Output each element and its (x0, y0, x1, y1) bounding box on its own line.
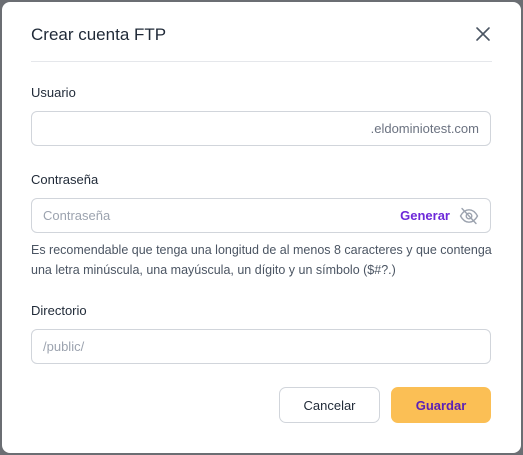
create-ftp-account-dialog: Crear cuenta FTP Usuario .eldominiotest.… (2, 2, 521, 453)
eye-off-icon[interactable] (459, 207, 479, 225)
password-label: Contraseña (31, 172, 99, 187)
dialog-title: Crear cuenta FTP (31, 25, 167, 44)
cancel-button[interactable]: Cancelar (279, 387, 380, 423)
close-icon[interactable] (474, 25, 492, 43)
password-input[interactable] (43, 199, 373, 232)
save-button[interactable]: Guardar (391, 387, 491, 423)
directory-input[interactable] (43, 330, 478, 363)
dialog-header: Crear cuenta FTP (31, 2, 492, 62)
password-help-text: Es recomendable que tenga una longitud d… (31, 243, 492, 277)
directory-label: Directorio (31, 303, 87, 318)
domain-suffix: .eldominiotest.com (370, 121, 479, 136)
user-field: .eldominiotest.com (31, 111, 491, 146)
generate-password-button[interactable]: Generar (400, 208, 450, 224)
user-input[interactable] (43, 112, 363, 145)
password-field: Generar (31, 198, 491, 233)
directory-field (31, 329, 491, 364)
user-label: Usuario (31, 85, 76, 100)
